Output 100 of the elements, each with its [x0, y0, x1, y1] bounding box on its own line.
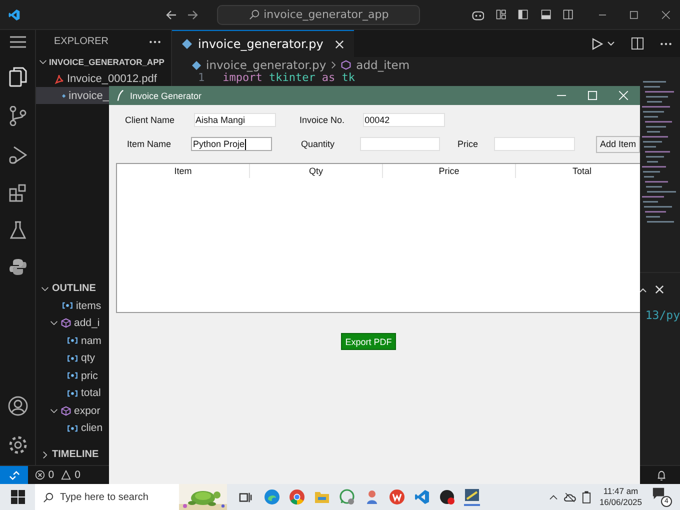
sidebar-toggle-icon[interactable] — [518, 8, 528, 21]
edge-browser-icon[interactable] — [264, 489, 280, 505]
clock[interactable]: 11:47 am 16/06/2025 — [599, 486, 642, 508]
input-field[interactable]: Python Proje — [191, 137, 272, 151]
outline-item[interactable]: qty — [81, 352, 96, 364]
chevron-down-icon[interactable] — [50, 406, 58, 415]
cube-icon — [61, 318, 71, 328]
secondary-sidebar-icon[interactable] — [562, 8, 573, 21]
column-header[interactable]: Total — [516, 164, 640, 178]
flask-icon[interactable] — [10, 221, 26, 239]
warning-icon[interactable] — [61, 470, 72, 480]
code-line: import tkinter as tk — [222, 72, 356, 84]
run-debug-icon[interactable] — [8, 145, 26, 165]
variable-icon — [67, 424, 78, 432]
file-item[interactable]: invoice_ — [36, 87, 109, 104]
outline-item[interactable]: nam — [81, 334, 102, 347]
chevron-up-icon[interactable] — [639, 286, 647, 294]
split-editor-icon[interactable] — [631, 37, 644, 50]
command-search-field[interactable]: invoice_generator_app — [217, 4, 420, 24]
editor-tab[interactable]: invoice_generator.py — [172, 30, 354, 57]
outline-item[interactable]: items — [76, 300, 102, 312]
files-icon[interactable] — [8, 67, 26, 87]
outline-header[interactable]: OUTLINE — [52, 283, 96, 294]
layout-icon[interactable] — [496, 8, 506, 21]
input-field[interactable]: Aisha Mangi — [194, 113, 276, 127]
back-arrow-icon[interactable] — [165, 8, 178, 20]
search-icon — [248, 9, 260, 20]
chevron-up-icon[interactable] — [549, 494, 558, 500]
more-icon[interactable] — [149, 40, 161, 44]
field-label: Invoice No. — [300, 115, 345, 125]
folder-name[interactable]: INVOICE_GENERATOR_APP — [49, 56, 164, 66]
error-icon[interactable] — [35, 470, 45, 480]
chrome-browser-icon[interactable] — [289, 489, 305, 505]
task-view-icon[interactable] — [239, 490, 252, 504]
settings-icon[interactable] — [8, 435, 28, 455]
input-field[interactable]: 00042 — [362, 113, 445, 127]
folder-icon[interactable] — [314, 490, 330, 504]
account-icon[interactable] — [8, 396, 28, 416]
extensions-icon[interactable] — [8, 184, 26, 202]
outline-item[interactable]: pric — [81, 370, 98, 382]
menu-icon[interactable] — [10, 36, 26, 48]
python-window-icon[interactable] — [464, 488, 480, 506]
search-icon — [43, 492, 54, 502]
warning-count[interactable]: 0 — [74, 470, 81, 480]
remote-button[interactable] — [0, 466, 28, 484]
taskbar-search-field[interactable]: Type here to search — [35, 484, 227, 510]
chevron-down-icon[interactable] — [39, 58, 47, 66]
close-icon[interactable] — [662, 10, 670, 20]
chevron-down-icon[interactable] — [41, 284, 49, 292]
outline-item[interactable]: total — [81, 387, 101, 400]
office-app-icon[interactable] — [389, 489, 405, 505]
input-field[interactable] — [494, 137, 575, 151]
chevron-right-icon[interactable] — [41, 450, 49, 458]
battery-icon[interactable] — [582, 490, 592, 504]
column-header[interactable]: Qty — [250, 164, 383, 178]
vscode-logo-icon[interactable] — [8, 6, 20, 22]
search-placeholder: Type here to search — [60, 492, 150, 502]
column-header[interactable]: Item — [117, 164, 250, 178]
field-label: Quantity — [300, 139, 335, 149]
add-item-button[interactable]: Add Item — [596, 136, 640, 152]
breadcrumb-item[interactable]: add_item — [356, 58, 410, 72]
pdf-file-icon — [54, 74, 64, 84]
error-count[interactable]: 0 — [48, 470, 54, 480]
timeline-header[interactable]: TIMELINE — [52, 449, 99, 460]
outline-item[interactable]: clien — [81, 422, 103, 434]
field-label: Price — [457, 139, 478, 149]
chevron-down-icon[interactable] — [607, 40, 615, 48]
cube-icon — [341, 60, 352, 70]
cloud-icon[interactable] — [563, 492, 578, 502]
breadcrumb-item[interactable]: invoice_generator.py — [206, 58, 326, 72]
column-header[interactable]: Price — [383, 164, 516, 178]
person-app-icon[interactable] — [364, 489, 380, 505]
more-icon[interactable] — [660, 42, 672, 46]
panel-toggle-icon[interactable] — [540, 8, 551, 21]
outline-item[interactable]: expor — [74, 404, 100, 417]
maximize-icon[interactable] — [630, 10, 638, 20]
field-label: Item Name — [127, 139, 172, 149]
search-text: invoice_generator_app — [264, 8, 389, 21]
field-label: Client Name — [125, 115, 175, 125]
source-control-icon[interactable] — [8, 106, 26, 126]
window-title: Invoice Generator — [130, 90, 202, 100]
bell-icon[interactable] — [656, 470, 667, 480]
export-pdf-button[interactable]: Export PDF — [341, 333, 396, 350]
forward-arrow-icon[interactable] — [187, 8, 200, 20]
python-icon[interactable] — [8, 258, 26, 276]
chat-app-icon[interactable] — [339, 489, 355, 505]
dark-app-icon[interactable] — [439, 489, 455, 505]
file-item[interactable]: Invoice_00012.pdf — [36, 70, 157, 87]
cube-icon — [61, 406, 71, 416]
feather-icon — [117, 90, 124, 101]
windows-start-icon[interactable] — [11, 490, 25, 504]
outline-item[interactable]: add_i — [74, 317, 100, 330]
chevron-down-icon[interactable] — [50, 319, 58, 328]
run-icon[interactable] — [591, 38, 603, 50]
input-field[interactable] — [360, 137, 440, 151]
variable-icon — [67, 372, 78, 380]
variable-icon — [67, 390, 78, 397]
vscode-icon[interactable] — [414, 489, 430, 505]
line-number: 1 — [198, 72, 205, 84]
chevron-right-icon — [331, 61, 336, 69]
